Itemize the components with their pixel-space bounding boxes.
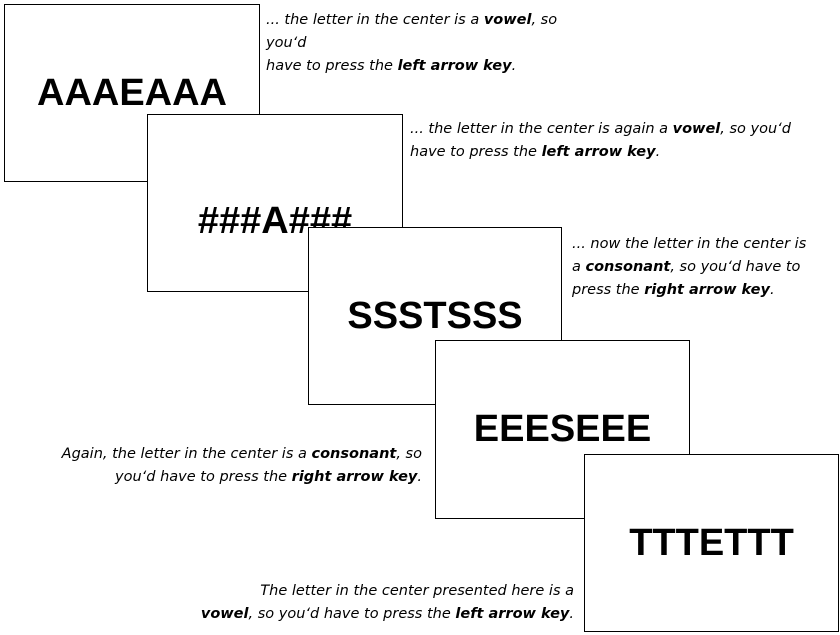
caption-line: press the right arrow key. xyxy=(572,279,834,302)
caption-emphasis: left arrow key xyxy=(455,606,570,622)
caption-text: have to press the xyxy=(410,144,542,160)
caption-emphasis: consonant xyxy=(585,259,671,275)
caption-line: vowel, so you‘d have to press the left a… xyxy=(150,603,574,626)
caption-line: a consonant, so you‘d have to xyxy=(572,256,834,279)
caption-emphasis: vowel xyxy=(672,121,721,137)
caption-text: have to press the xyxy=(266,58,398,74)
caption-text: , so you‘d have to xyxy=(670,259,801,275)
caption-emphasis: right arrow key xyxy=(644,282,770,298)
caption-text: , so you‘d xyxy=(720,121,791,137)
caption-line: have to press the left arrow key. xyxy=(410,141,810,164)
caption-text: you‘d have to press the xyxy=(115,469,292,485)
caption-2: ... the letter in the center is again a … xyxy=(410,118,810,164)
flanker-task-diagram: AAAEAAA ... the letter in the center is … xyxy=(0,0,840,635)
caption-line: ... now the letter in the center is xyxy=(572,233,834,256)
caption-text: The letter in the center presented here … xyxy=(260,583,574,599)
caption-text: ... the letter in the center is a xyxy=(266,12,484,28)
caption-1: ... the letter in the center is a vowel,… xyxy=(266,9,596,78)
caption-line: ... the letter in the center is again a … xyxy=(410,118,810,141)
caption-3: ... now the letter in the center is a con… xyxy=(572,233,834,302)
stimulus-text-3: SSSTSSS xyxy=(347,294,523,337)
stimulus-text-1: AAAEAAA xyxy=(37,71,227,114)
caption-text: , so xyxy=(396,446,422,462)
caption-line: The letter in the center presented here … xyxy=(150,580,574,603)
caption-text: . xyxy=(769,282,775,298)
caption-line: Again, the letter in the center is a con… xyxy=(20,443,422,466)
caption-4: Again, the letter in the center is a con… xyxy=(20,443,422,489)
stimulus-card-5: TTTETTT xyxy=(584,454,839,632)
caption-emphasis: vowel xyxy=(483,12,532,28)
stimulus-text-4: EEESEEE xyxy=(473,408,652,450)
caption-line: you‘d have to press the right arrow key. xyxy=(20,466,422,489)
caption-text: , so you‘d have to press the xyxy=(248,606,456,622)
caption-line: ... the letter in the center is a vowel,… xyxy=(266,9,596,55)
caption-line: have to press the left arrow key. xyxy=(266,55,596,78)
caption-text: . xyxy=(655,144,661,160)
caption-5: The letter in the center presented here … xyxy=(150,580,574,626)
caption-emphasis: right arrow key xyxy=(291,469,418,485)
caption-emphasis: consonant xyxy=(311,446,397,462)
caption-emphasis: vowel xyxy=(200,606,249,622)
caption-emphasis: left arrow key xyxy=(397,58,512,74)
caption-text: ... now the letter in the center is xyxy=(572,236,807,252)
caption-text: a xyxy=(572,259,586,275)
caption-text: ... the letter in the center is again a xyxy=(410,121,673,137)
caption-text: press the xyxy=(572,282,645,298)
caption-text: . xyxy=(569,606,574,622)
caption-text: . xyxy=(511,58,517,74)
caption-text: . xyxy=(417,469,422,485)
stimulus-text-5: TTTETTT xyxy=(629,521,794,564)
caption-text: Again, the letter in the center is a xyxy=(61,446,312,462)
caption-emphasis: left arrow key xyxy=(541,144,656,160)
